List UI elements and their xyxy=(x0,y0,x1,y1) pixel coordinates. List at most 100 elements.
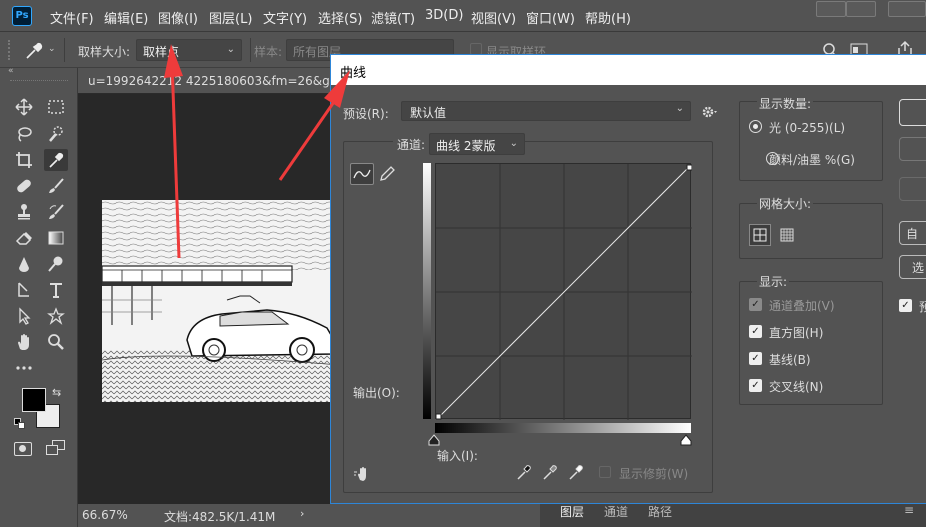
options-button[interactable]: 选 xyxy=(899,255,926,279)
swap-colors-icon[interactable]: ⇆ xyxy=(52,386,61,399)
auto-button[interactable]: 自 xyxy=(899,221,926,245)
channel-dropdown[interactable]: 曲线 2蒙版 ⌄ xyxy=(429,133,525,155)
curve-point-mode-button[interactable] xyxy=(350,163,374,185)
baseline-checkbox[interactable]: ✓ xyxy=(749,352,762,365)
black-point-slider-icon[interactable] xyxy=(428,434,440,446)
sample-size-label: 取样大小: xyxy=(78,45,131,59)
menu-layer[interactable]: 图层(L) xyxy=(209,8,252,27)
panel-menu-icon[interactable]: ≡ xyxy=(904,503,914,517)
status-menu-chevron-icon[interactable]: › xyxy=(300,507,304,520)
light-label: 光 (0-255)(L) xyxy=(769,121,846,135)
white-eyedropper-icon[interactable] xyxy=(567,463,585,481)
on-image-adjustment-hand-icon[interactable] xyxy=(353,465,375,483)
hand-tool-icon[interactable] xyxy=(12,331,36,353)
toolbar-grip[interactable] xyxy=(10,80,68,81)
minimize-button[interactable] xyxy=(816,1,846,17)
channel-value: 曲线 2蒙版 xyxy=(436,139,496,153)
smooth-button[interactable] xyxy=(899,177,926,201)
quick-mask-icon[interactable] xyxy=(14,442,32,456)
pen-tool-icon[interactable] xyxy=(12,279,36,301)
healing-brush-tool-icon[interactable] xyxy=(12,175,36,197)
history-brush-tool-icon[interactable] xyxy=(44,201,68,223)
gray-eyedropper-icon[interactable] xyxy=(541,463,559,481)
tool-preset-chevron-icon[interactable]: ⌄ xyxy=(48,44,56,54)
output-gradient-bar xyxy=(423,163,431,419)
default-colors-icon[interactable] xyxy=(14,418,26,430)
preview-label: 预 xyxy=(919,300,926,314)
collapse-toolbar-icon[interactable]: « xyxy=(8,66,14,76)
cancel-button[interactable] xyxy=(899,137,926,161)
sample-label: 样本: xyxy=(254,45,283,59)
blur-tool-icon[interactable] xyxy=(12,253,36,275)
move-tool-icon[interactable] xyxy=(12,96,36,118)
light-radio[interactable] xyxy=(749,120,762,133)
pencil-draw-mode-icon[interactable] xyxy=(378,165,396,183)
preset-dropdown[interactable]: 默认值 ⌄ xyxy=(401,101,691,121)
curve-black-point[interactable] xyxy=(435,413,442,420)
more-tools-icon[interactable] xyxy=(12,357,36,379)
display-title: 显示: xyxy=(757,273,790,290)
menu-view[interactable]: 视图(V) xyxy=(471,8,516,27)
menu-3d[interactable]: 3D(D) xyxy=(425,8,463,23)
dialog-title[interactable]: 曲线 xyxy=(331,55,926,85)
menu-window[interactable]: 窗口(W) xyxy=(526,8,575,27)
preset-options-gear-icon[interactable] xyxy=(701,104,719,120)
curve-white-point[interactable] xyxy=(686,164,693,171)
pigment-label: 颜料/油墨 %(G) xyxy=(769,153,855,167)
menu-image[interactable]: 图像(I) xyxy=(158,8,198,27)
eyedropper-tool-icon[interactable] xyxy=(24,41,44,61)
chevron-down-icon: ⌄ xyxy=(675,103,684,114)
show-clipping-checkbox[interactable] xyxy=(599,466,611,478)
dodge-tool-icon[interactable] xyxy=(44,253,68,275)
chevron-down-icon: ⌄ xyxy=(226,44,235,55)
histogram-checkbox[interactable]: ✓ xyxy=(749,325,762,338)
type-tool-icon[interactable] xyxy=(44,279,68,301)
ok-button[interactable] xyxy=(899,99,926,126)
gradient-tool-icon[interactable] xyxy=(44,227,68,249)
clone-stamp-tool-icon[interactable] xyxy=(12,201,36,223)
crop-tool-icon[interactable] xyxy=(12,149,36,171)
preview-checkbox[interactable]: ✓ xyxy=(899,299,912,312)
tab-paths[interactable]: 路径 xyxy=(648,503,672,520)
intersection-checkbox[interactable]: ✓ xyxy=(749,379,762,392)
foreground-color-swatch[interactable] xyxy=(22,388,46,412)
show-amount-title: 显示数量: xyxy=(757,95,814,112)
white-point-slider-icon[interactable] xyxy=(680,434,692,446)
tab-channels[interactable]: 通道 xyxy=(604,503,628,520)
brush-tool-icon[interactable] xyxy=(44,175,68,197)
menu-type[interactable]: 文字(Y) xyxy=(263,8,307,27)
zoom-tool-icon[interactable] xyxy=(44,331,68,353)
grip-handle[interactable] xyxy=(8,40,12,60)
channel-overlay-checkbox[interactable]: ✓ xyxy=(749,298,762,311)
menu-filter[interactable]: 滤镜(T) xyxy=(371,8,415,27)
quick-selection-tool-icon[interactable] xyxy=(44,123,68,145)
eraser-tool-icon[interactable] xyxy=(12,227,36,249)
show-amount-group xyxy=(739,101,883,181)
menu-select[interactable]: 选择(S) xyxy=(318,8,362,27)
custom-shape-tool-icon[interactable] xyxy=(44,305,68,327)
close-window-button[interactable] xyxy=(888,1,926,17)
menu-edit[interactable]: 编辑(E) xyxy=(104,8,148,27)
document-image xyxy=(102,200,338,402)
eyedropper-tool-icon[interactable] xyxy=(44,149,68,171)
document-info: 文档:482.5K/1.41M xyxy=(164,510,276,524)
zoom-level[interactable]: 66.67% xyxy=(82,508,128,522)
black-eyedropper-icon[interactable] xyxy=(515,463,533,481)
tab-layers[interactable]: 图层 xyxy=(560,503,584,520)
menu-bar: Ps 文件(F) 编辑(E) 图像(I) 图层(L) 文字(Y) 选择(S) 滤… xyxy=(0,0,926,32)
path-selection-tool-icon[interactable] xyxy=(12,305,36,327)
document-tab[interactable]: u=1992642212 4225180603&fm=26&gp=0 xyxy=(78,68,355,94)
screen-mode-icon[interactable] xyxy=(46,440,66,456)
menu-file[interactable]: 文件(F) xyxy=(50,8,94,27)
sample-size-dropdown[interactable]: 取样点 ⌄ xyxy=(136,39,242,61)
grid-detailed-icon[interactable] xyxy=(777,225,797,245)
marquee-tool-icon[interactable] xyxy=(44,96,68,118)
curves-graph[interactable] xyxy=(435,163,693,420)
grid-simple-button[interactable] xyxy=(749,224,771,246)
preset-value: 默认值 xyxy=(410,106,447,120)
maximize-button[interactable] xyxy=(846,1,876,17)
menu-help[interactable]: 帮助(H) xyxy=(585,8,631,27)
lasso-tool-icon[interactable] xyxy=(12,123,36,145)
baseline-label: 基线(B) xyxy=(769,353,811,367)
document-title: u=1992642212 4225180603&fm=26&gp=0 xyxy=(88,74,356,88)
